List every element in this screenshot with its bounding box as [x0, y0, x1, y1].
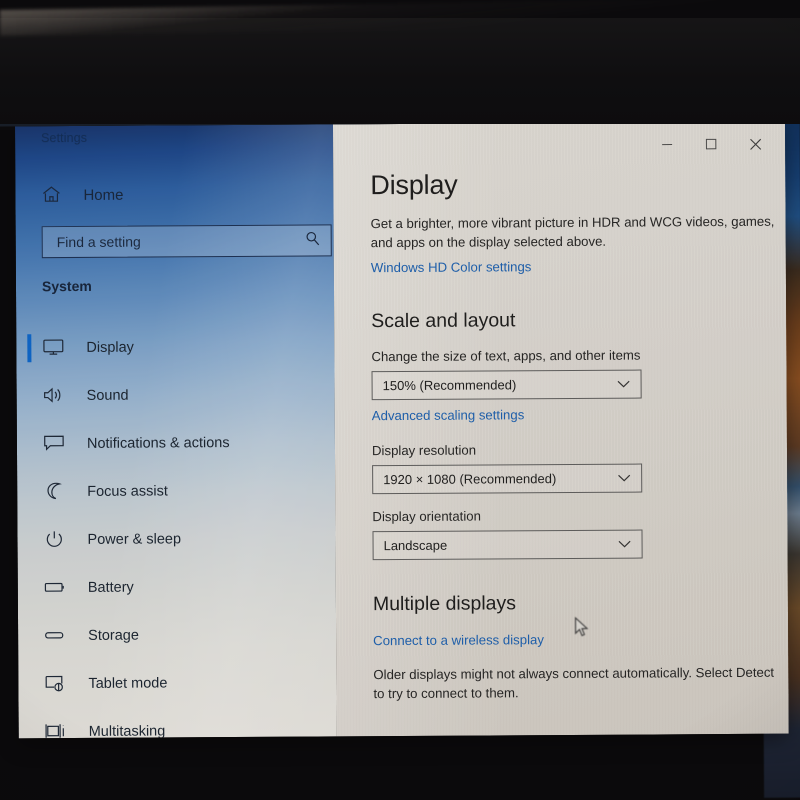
resolution-dropdown[interactable]: 1920 × 1080 (Recommended)	[372, 463, 643, 495]
scale-dropdown-value: 150% (Recommended)	[382, 377, 517, 394]
scale-label: Change the size of text, apps, and other…	[371, 348, 641, 365]
resolution-dropdown-value: 1920 × 1080 (Recommended)	[383, 471, 557, 488]
sidebar-item-label: Battery	[87, 579, 134, 596]
orientation-dropdown-value: Landscape	[383, 538, 448, 554]
sidebar-nav-list: Display Sound Notifications & actions Focus…	[16, 322, 337, 738]
sidebar-item-label: Display	[86, 339, 134, 356]
minimize-button[interactable]	[645, 130, 689, 158]
sidebar-section-title: System	[41, 277, 92, 295]
multitasking-icon	[45, 722, 67, 738]
orientation-label: Display orientation	[372, 508, 481, 525]
maximize-button[interactable]	[689, 130, 733, 158]
tablet-icon	[44, 674, 66, 694]
laptop-screen-photo: Settings Home Find a setting System Disp…	[0, 0, 800, 800]
page-title: Display	[370, 169, 458, 201]
battery-icon	[44, 578, 66, 598]
windows-hd-color-settings-link[interactable]: Windows HD Color settings	[371, 260, 532, 276]
chevron-down-icon	[618, 540, 632, 549]
sidebar-item-label: Storage	[88, 627, 139, 644]
notification-icon	[43, 434, 65, 454]
hdr-description: Get a brighter, more vibrant picture in …	[370, 213, 775, 250]
settings-content: Display Get a brighter, more vibrant pic…	[333, 124, 789, 737]
sidebar-item-multitasking[interactable]: Multitasking	[19, 706, 337, 738]
sidebar-item-label: Multitasking	[88, 723, 166, 739]
sidebar-item-label: Power & sleep	[87, 531, 182, 548]
sidebar-item-label: Focus assist	[87, 483, 168, 500]
sidebar-item-power-sleep[interactable]: Power & sleep	[17, 514, 335, 564]
resolution-label: Display resolution	[371, 443, 477, 459]
sidebar-item-sound[interactable]: Sound	[17, 370, 335, 420]
desktop-screen: Settings Home Find a setting System Disp…	[0, 124, 800, 800]
content-body: Display Get a brighter, more vibrant pic…	[370, 168, 778, 704]
advanced-scaling-settings-link[interactable]: Advanced scaling settings	[372, 408, 525, 424]
sidebar-item-home[interactable]: Home	[29, 176, 319, 212]
multiple-displays-note: Older displays might not always connect …	[373, 665, 775, 702]
orientation-dropdown[interactable]: Landscape	[372, 529, 643, 561]
search-input-text: Find a setting	[56, 233, 141, 251]
close-button[interactable]	[733, 130, 777, 158]
search-icon	[305, 230, 321, 251]
settings-window: Settings Home Find a setting System Disp…	[15, 124, 789, 738]
search-wrapper[interactable]: Find a setting	[41, 224, 332, 259]
settings-sidebar: Settings Home Find a setting System Disp…	[15, 124, 337, 738]
sidebar-item-label: Tablet mode	[88, 675, 168, 692]
search-input[interactable]: Find a setting	[41, 224, 332, 259]
scale-dropdown[interactable]: 150% (Recommended)	[371, 369, 642, 401]
multiple-displays-heading: Multiple displays	[372, 592, 517, 616]
power-icon	[43, 530, 65, 550]
laptop-bezel	[0, 18, 800, 130]
monitor-icon	[42, 338, 64, 358]
chevron-down-icon	[617, 380, 631, 389]
speaker-icon	[43, 386, 65, 406]
connect-wireless-display-link[interactable]: Connect to a wireless display	[373, 633, 544, 649]
sidebar-item-display[interactable]: Display	[16, 322, 334, 372]
sidebar-item-notifications-actions[interactable]: Notifications & actions	[17, 418, 335, 468]
home-icon	[41, 185, 63, 205]
sidebar-item-label: Sound	[86, 387, 129, 404]
sidebar-item-label: Notifications & actions	[86, 435, 230, 452]
storage-icon	[44, 626, 66, 646]
sidebar-item-home-label: Home	[83, 186, 124, 204]
window-controls	[645, 130, 777, 159]
chevron-down-icon	[617, 474, 631, 483]
moon-icon	[43, 482, 65, 502]
sidebar-item-battery[interactable]: Battery	[18, 562, 336, 612]
scale-and-layout-heading: Scale and layout	[371, 309, 516, 333]
window-title: Settings	[41, 130, 88, 146]
sidebar-item-tablet-mode[interactable]: Tablet mode	[18, 658, 336, 708]
sidebar-item-storage[interactable]: Storage	[18, 610, 336, 660]
sidebar-item-focus-assist[interactable]: Focus assist	[17, 466, 335, 516]
